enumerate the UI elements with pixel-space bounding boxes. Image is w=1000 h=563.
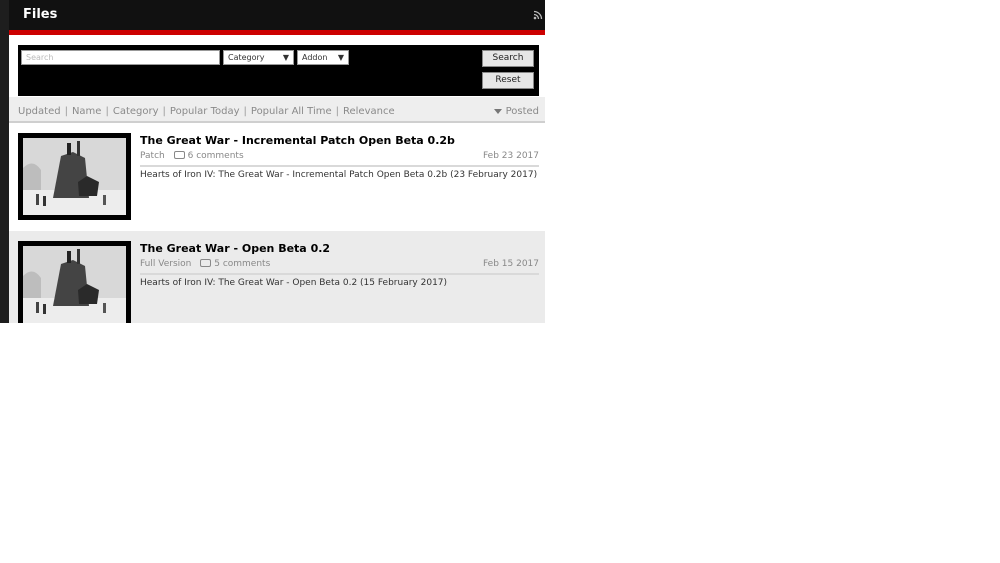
file-title[interactable]: The Great War - Incremental Patch Open B… <box>140 134 455 147</box>
search-button[interactable]: Search <box>482 50 534 67</box>
sort-popular-today[interactable]: Popular Today <box>170 106 240 117</box>
file-date: Feb 23 2017 <box>482 151 539 161</box>
comment-icon <box>200 259 212 267</box>
sort-bar: Updated | Name | Category | Popular Today | Popu… <box>9 97 545 123</box>
file-thumbnail[interactable] <box>18 133 131 220</box>
comments-link[interactable]: 6 comments <box>173 151 244 161</box>
separator: | <box>105 106 109 117</box>
sort-posted[interactable]: Posted <box>493 106 539 117</box>
files-widget: Files Category ▼ Addon ▼ Search Reset Up… <box>0 0 545 323</box>
thumbnail-image <box>23 138 126 215</box>
widget-header: Files <box>0 0 545 30</box>
rss-icon[interactable] <box>533 10 543 20</box>
separator: | <box>243 106 247 117</box>
file-meta: Patch 6 comments Feb 23 2017 <box>140 151 539 167</box>
left-edge <box>0 0 9 323</box>
comments-link[interactable]: 5 comments <box>200 259 270 269</box>
file-description: Hearts of Iron IV: The Great War - Open … <box>140 278 448 288</box>
dropdown-arrow-icon: ▼ <box>282 53 289 62</box>
sort-name[interactable]: Name <box>72 106 102 117</box>
separator: | <box>335 106 339 117</box>
thumbnail-image <box>23 246 126 323</box>
dropdown-arrow-icon: ▼ <box>337 53 344 62</box>
separator: | <box>162 106 166 117</box>
file-meta: Full Version 5 comments Feb 15 2017 <box>140 259 539 275</box>
sort-relevance[interactable]: Relevance <box>343 106 395 117</box>
comments-count: 6 comments <box>187 151 244 161</box>
sort-popular-all-time[interactable]: Popular All Time <box>251 106 332 117</box>
sort-category[interactable]: Category <box>113 106 159 117</box>
reset-button[interactable]: Reset <box>482 72 534 89</box>
search-input[interactable] <box>21 50 220 65</box>
file-type[interactable]: Full Version <box>140 259 191 269</box>
filter-bar: Category ▼ Addon ▼ Search Reset <box>18 45 539 96</box>
file-thumbnail[interactable] <box>18 241 131 323</box>
comment-icon <box>173 151 185 159</box>
file-title[interactable]: The Great War - Open Beta 0.2 <box>140 242 330 255</box>
file-description: Hearts of Iron IV: The Great War - Incre… <box>140 170 538 180</box>
file-item: The Great War - Open Beta 0.2 Full Versi… <box>9 231 545 323</box>
sort-desc-icon <box>493 108 502 114</box>
category-select[interactable]: Category ▼ <box>223 50 294 65</box>
addon-select-label: Addon <box>302 53 328 62</box>
addon-select[interactable]: Addon ▼ <box>297 50 349 65</box>
comments-count: 5 comments <box>214 259 271 269</box>
category-select-label: Category <box>228 53 265 62</box>
sort-links: Updated | Name | Category | Popular Today | Popu… <box>18 106 395 117</box>
sort-updated[interactable]: Updated <box>18 106 61 117</box>
sort-posted-label: Posted <box>505 106 539 117</box>
file-type[interactable]: Patch <box>140 151 165 161</box>
widget-title: Files <box>23 7 58 22</box>
file-date: Feb 15 2017 <box>482 259 539 269</box>
file-item: The Great War - Incremental Patch Open B… <box>9 123 545 231</box>
separator: | <box>64 106 68 117</box>
